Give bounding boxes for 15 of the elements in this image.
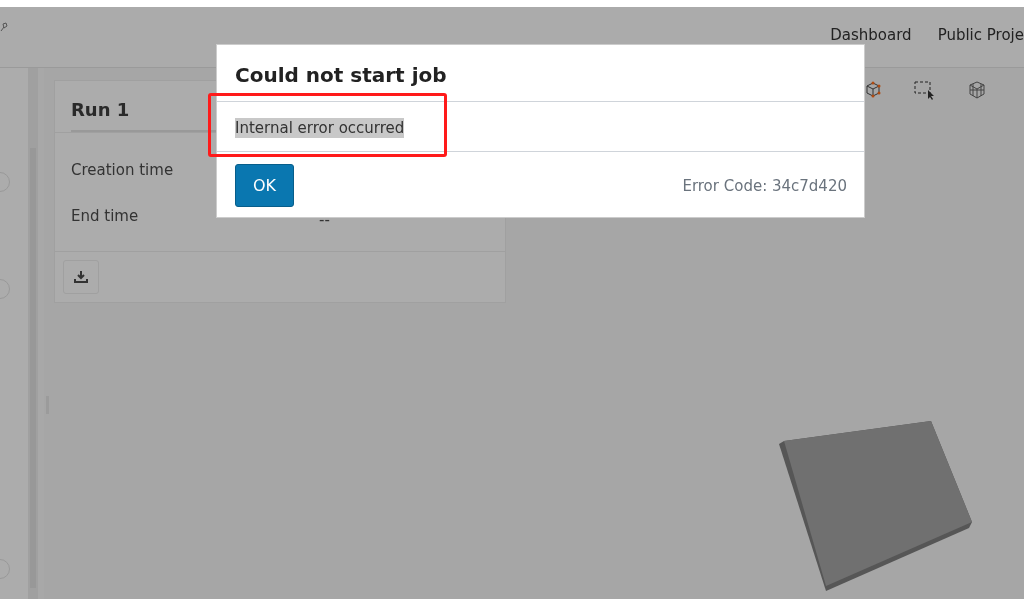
field-value: -- bbox=[319, 211, 330, 229]
nav-link[interactable]: Public Proje bbox=[937, 26, 1024, 44]
ok-button[interactable]: OK bbox=[235, 164, 294, 207]
nav-link[interactable]: Dashboard bbox=[830, 26, 912, 44]
pin-icon bbox=[0, 22, 8, 32]
download-icon bbox=[74, 270, 88, 284]
field-label: Creation time bbox=[71, 161, 175, 179]
error-message: Internal error occurred bbox=[235, 118, 405, 138]
cube-icon[interactable] bbox=[864, 81, 882, 99]
download-button[interactable] bbox=[63, 260, 99, 294]
box-select-icon[interactable] bbox=[914, 80, 936, 100]
mesh-cube-icon[interactable] bbox=[968, 81, 986, 99]
field-label: End time bbox=[71, 207, 140, 227]
dialog-title: Could not start job bbox=[217, 45, 864, 102]
error-code: Error Code: 34c7d420 bbox=[682, 176, 847, 195]
